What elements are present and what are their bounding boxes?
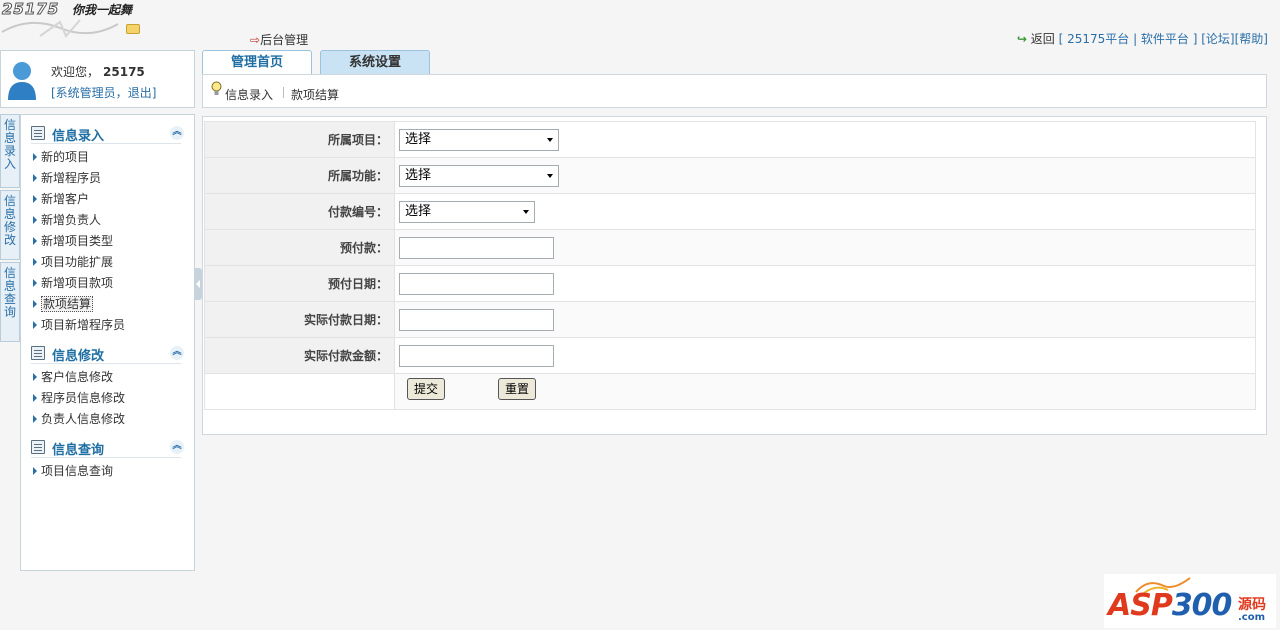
vtab-label: 信息查询 <box>4 266 17 319</box>
vertical-tabs: 信息录入 信息修改 信息查询 <box>0 114 20 344</box>
vtab-info-query[interactable]: 信息查询 <box>0 262 20 342</box>
project-select[interactable]: 选择 <box>399 128 559 151</box>
return-arrow-icon: ↪ <box>1016 32 1027 46</box>
vtab-info-edit[interactable]: 信息修改 <box>0 190 20 260</box>
prepayment-label: 预付款： <box>204 229 395 266</box>
logo-swoosh-icon <box>1 19 119 38</box>
prepayment-input[interactable] <box>399 236 554 259</box>
user-name: 25175 <box>103 65 145 79</box>
tab-system-settings[interactable]: 系统设置 <box>320 50 430 74</box>
menu-section-info-edit: 信息修改 ︽ 客户信息修改 程序员信息修改 负责人信息修改 <box>31 344 184 430</box>
breadcrumb-item-settlement[interactable]: 款项结算 <box>291 86 339 103</box>
arrow-right-icon: ⇨ <box>250 33 261 47</box>
lightbulb-icon <box>211 81 222 95</box>
breadcrumb-item-info-entry[interactable]: 信息录入 <box>225 86 273 103</box>
software-platform-link[interactable]: 软件平台 ] <box>1141 32 1198 46</box>
sidebar-item-settlement[interactable]: 款项结算 <box>31 294 181 315</box>
sidebar-item-new-project[interactable]: 新的项目 <box>31 147 181 168</box>
collapse-icon[interactable]: ︽ <box>170 346 184 360</box>
sidebar-toggle[interactable] <box>195 268 202 300</box>
watermark-side-text: 源码 <box>1238 597 1266 613</box>
logo-badge-icon <box>126 24 140 34</box>
menu-section-info-query: 信息查询 ︽ 项目信息查询 <box>31 438 184 482</box>
return-link[interactable]: 返回 <box>1031 32 1055 46</box>
actual-payment-date-label: 实际付款日期： <box>204 301 395 338</box>
breadcrumb: 信息录入 款项结算 <box>202 74 1267 108</box>
project-label: 所属项目： <box>204 121 395 158</box>
watermark-main-text: ASP300 <box>1108 588 1232 623</box>
settlement-form-panel: 所属项目： 选择 所属功能： 选择 付款编号： 选择 预付款： 预付日期： 实际… <box>202 116 1267 435</box>
site-logo: 25175 你我一起舞 <box>0 0 150 40</box>
help-link[interactable]: [帮助] <box>1235 32 1268 46</box>
vtab-label: 信息录入 <box>4 118 17 171</box>
sidebar-item-new-programmer[interactable]: 新增程序员 <box>31 168 181 189</box>
reset-button[interactable]: 重置 <box>498 378 536 400</box>
platform-link[interactable]: [ 25175平台 <box>1059 32 1130 46</box>
sidebar-item-new-manager[interactable]: 新增负责人 <box>31 210 181 231</box>
sidebar-item-edit-customer[interactable]: 客户信息修改 <box>31 367 181 388</box>
vtab-info-entry[interactable]: 信息录入 <box>0 114 20 188</box>
notepad-icon <box>31 126 45 140</box>
sidebar-item-feature-extension[interactable]: 项目功能扩展 <box>31 252 181 273</box>
notepad-icon <box>31 346 45 360</box>
sidebar-item-query-project[interactable]: 项目信息查询 <box>31 461 181 482</box>
welcome-label: 欢迎您， <box>51 65 100 79</box>
top-links: ↪ 返回 [ 25175平台 | 软件平台 ] [论坛][帮助] <box>1017 30 1268 47</box>
user-panel: 欢迎您， 25175 [系统管理员，退出] <box>0 50 195 108</box>
function-label: 所属功能： <box>204 157 395 194</box>
menu-section-title: 信息录入 <box>52 129 105 144</box>
button-row-spacer <box>204 373 395 410</box>
watermark-domain-text: .com <box>1238 612 1266 623</box>
user-role: [系统管理员， <box>51 86 128 100</box>
sidebar-item-project-add-programmer[interactable]: 项目新增程序员 <box>31 315 181 336</box>
menu-section-title: 信息修改 <box>52 349 105 364</box>
menu-section-header[interactable]: 信息录入 ︽ <box>31 124 184 144</box>
tab-home[interactable]: 管理首页 <box>202 50 312 75</box>
prepayment-date-input[interactable] <box>399 272 554 295</box>
sidebar-menu: 信息录入 ︽ 新的项目 新增程序员 新增客户 新增负责人 新增项目类型 项目功能… <box>20 114 195 571</box>
notepad-icon <box>31 440 45 454</box>
sidebar-item-new-project-type[interactable]: 新增项目类型 <box>31 231 181 252</box>
sidebar-item-edit-programmer[interactable]: 程序员信息修改 <box>31 388 181 409</box>
menu-section-header[interactable]: 信息查询 ︽ <box>31 438 184 458</box>
actual-payment-amount-label: 实际付款金额： <box>204 337 395 374</box>
user-avatar-icon <box>8 62 36 100</box>
function-select[interactable]: 选择 <box>399 164 559 187</box>
payment-number-label: 付款编号： <box>204 193 395 230</box>
forum-link[interactable]: [论坛] <box>1201 32 1234 46</box>
collapse-icon[interactable]: ︽ <box>170 440 184 454</box>
payment-number-select[interactable]: 选择 <box>399 200 535 223</box>
submit-button[interactable]: 提交 <box>407 378 445 400</box>
link-separator: | <box>1129 32 1141 46</box>
sidebar-item-edit-manager[interactable]: 负责人信息修改 <box>31 409 181 430</box>
admin-link-label: 后台管理 <box>260 33 309 47</box>
prepayment-date-label: 预付日期： <box>204 265 395 302</box>
collapse-icon[interactable]: ︽ <box>170 126 184 140</box>
actual-payment-date-input[interactable] <box>399 308 554 331</box>
user-links: [系统管理员，退出] <box>51 84 156 101</box>
settlement-form: 所属项目： 选择 所属功能： 选择 付款编号： 选择 预付款： 预付日期： 实际… <box>204 121 1256 410</box>
welcome-text: 欢迎您， 25175 <box>51 63 145 80</box>
admin-link[interactable]: ⇨后台管理 <box>250 31 308 48</box>
sidebar-item-new-payment[interactable]: 新增项目款项 <box>31 273 181 294</box>
breadcrumb-divider <box>283 87 284 98</box>
vtab-label: 信息修改 <box>4 194 17 247</box>
logout-link[interactable]: 退出] <box>128 86 157 100</box>
menu-section-header[interactable]: 信息修改 ︽ <box>31 344 184 364</box>
menu-section-title: 信息查询 <box>52 443 105 458</box>
actual-payment-amount-input[interactable] <box>399 344 554 367</box>
sidebar-item-new-customer[interactable]: 新增客户 <box>31 189 181 210</box>
asp300-watermark-logo: ASP300 源码 .com <box>1104 574 1276 628</box>
menu-section-info-entry: 信息录入 ︽ 新的项目 新增程序员 新增客户 新增负责人 新增项目类型 项目功能… <box>31 124 184 336</box>
